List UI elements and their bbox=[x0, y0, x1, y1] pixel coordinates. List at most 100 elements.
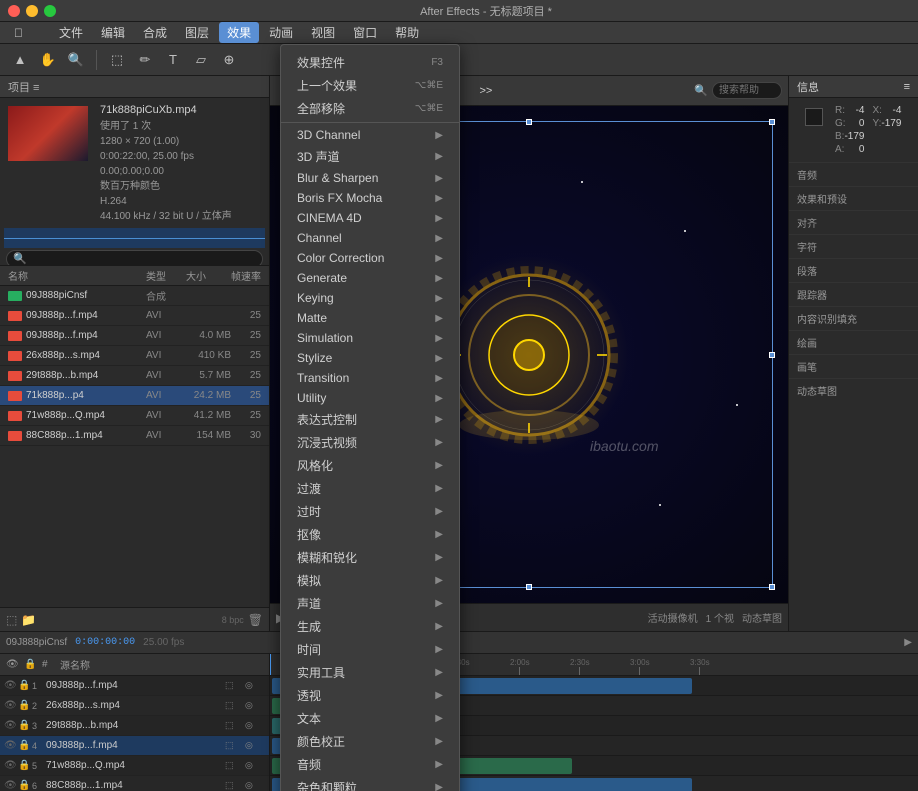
tracker-section[interactable]: 跟踪器 bbox=[789, 282, 918, 306]
list-item[interactable]: 09J888piCnsf 合成 bbox=[0, 286, 269, 306]
effects-control-item[interactable]: 效果控件 F3 bbox=[281, 51, 459, 74]
maximize-button[interactable] bbox=[44, 5, 56, 17]
timeline-layer-row[interactable]: 👁 🔒 5 71w888p...Q.mp4 ⬚ ◎ bbox=[0, 756, 269, 776]
handle-mid-right[interactable] bbox=[769, 352, 775, 358]
layer-eye-2[interactable]: 👁 bbox=[4, 700, 18, 711]
layer-eye-4[interactable]: 👁 bbox=[4, 740, 18, 751]
layer-lock-1[interactable]: 🔒 bbox=[18, 680, 32, 691]
handle-top-right[interactable] bbox=[769, 119, 775, 125]
transition-item[interactable]: Transition ▶ bbox=[281, 368, 459, 388]
list-item[interactable]: 71w888p...Q.mp4 AVI 41.2 MB 25 bbox=[0, 406, 269, 426]
menu-animation[interactable]: 动画 bbox=[261, 22, 301, 43]
menu-view[interactable]: 视图 bbox=[303, 22, 343, 43]
layer-lock-3[interactable]: 🔒 bbox=[18, 720, 32, 731]
col-type-header[interactable]: 类型 bbox=[146, 268, 186, 283]
track-block-3[interactable] bbox=[272, 718, 372, 734]
tool-zoom[interactable]: 🔍 bbox=[64, 48, 88, 72]
layer-eye-1[interactable]: 👁 bbox=[4, 680, 18, 691]
tool-select[interactable]: ▲ bbox=[8, 48, 32, 72]
menu-layer[interactable]: 图层 bbox=[177, 22, 217, 43]
character-section[interactable]: 字符 bbox=[789, 234, 918, 258]
handle-bottom-mid[interactable] bbox=[526, 584, 532, 590]
list-item[interactable]: 26x888p...s.mp4 AVI 410 KB 25 bbox=[0, 346, 269, 366]
timeline-layer-row[interactable]: 👁 🔒 4 09J888p...f.mp4 ⬚ ◎ bbox=[0, 736, 269, 756]
layer-solo-6[interactable]: ◎ bbox=[245, 780, 265, 791]
new-composition-button[interactable]: ⬚ bbox=[6, 613, 17, 627]
channel-item[interactable]: Channel ▶ bbox=[281, 228, 459, 248]
folder-button[interactable]: 📁 bbox=[21, 613, 36, 627]
menu-after-effects[interactable] bbox=[33, 31, 49, 35]
menu-edit[interactable]: 编辑 bbox=[93, 22, 133, 43]
timeline-expand-button[interactable]: ▶ bbox=[904, 637, 912, 648]
paragraph-section[interactable]: 段落 bbox=[789, 258, 918, 282]
effects-presets-section[interactable]: 效果和预设 bbox=[789, 186, 918, 210]
tool-camera[interactable]: ⊕ bbox=[217, 48, 241, 72]
channel-cn-item[interactable]: 声道 ▶ bbox=[281, 592, 459, 615]
menu-effects[interactable]: 效果 bbox=[219, 22, 259, 43]
bit-depth-indicator[interactable]: 8 bpc bbox=[222, 615, 244, 625]
menu-help[interactable]: 帮助 bbox=[387, 22, 427, 43]
track-block-2[interactable] bbox=[272, 698, 332, 714]
tool-pen[interactable]: ✏ bbox=[133, 48, 157, 72]
info-panel-menu[interactable]: ≡ bbox=[904, 81, 910, 93]
tool-hand[interactable]: ✋ bbox=[36, 48, 60, 72]
blur-sharpen-cn-item[interactable]: 模糊和锐化 ▶ bbox=[281, 546, 459, 569]
delete-button[interactable]: 🗑 bbox=[248, 613, 263, 627]
brush-section[interactable]: 画笔 bbox=[789, 354, 918, 378]
track-block-6[interactable] bbox=[272, 778, 692, 791]
stylize-item[interactable]: Stylize ▶ bbox=[281, 348, 459, 368]
simulation-item[interactable]: Simulation ▶ bbox=[281, 328, 459, 348]
3d-channel-item[interactable]: 3D Channel ▶ bbox=[281, 125, 459, 145]
menu-file[interactable]: 文件 bbox=[51, 22, 91, 43]
more-button[interactable]: >> bbox=[472, 83, 501, 99]
list-item[interactable]: 09J888p...f.mp4 AVI 4.0 MB 25 bbox=[0, 326, 269, 346]
align-section[interactable]: 对齐 bbox=[789, 210, 918, 234]
playhead[interactable] bbox=[270, 654, 271, 675]
3d-audio-item[interactable]: 3D 声道 ▶ bbox=[281, 145, 459, 168]
layer-solo-2[interactable]: ◎ bbox=[245, 700, 265, 711]
expression-control-item[interactable]: 表达式控制 ▶ bbox=[281, 408, 459, 431]
audio-section[interactable]: 音频 bbox=[789, 162, 918, 186]
layer-eye-6[interactable]: 👁 bbox=[4, 780, 18, 791]
transition-cn-item[interactable]: 过渡 ▶ bbox=[281, 477, 459, 500]
tool-rect[interactable]: ⬚ bbox=[105, 48, 129, 72]
keying-item[interactable]: Keying ▶ bbox=[281, 288, 459, 308]
legacy-item[interactable]: 过时 ▶ bbox=[281, 500, 459, 523]
layer-solo-5[interactable]: ◎ bbox=[245, 760, 265, 771]
timeline-layer-row[interactable]: 👁 🔒 3 29t888p...b.mp4 ⬚ ◎ bbox=[0, 716, 269, 736]
blur-sharpen-item[interactable]: Blur & Sharpen ▶ bbox=[281, 168, 459, 188]
handle-bottom-right[interactable] bbox=[769, 584, 775, 590]
remove-all-item[interactable]: 全部移除 ⌥⌘E bbox=[281, 97, 459, 120]
prev-effect-item[interactable]: 上一个效果 ⌥⌘E bbox=[281, 74, 459, 97]
layer-eye-3[interactable]: 👁 bbox=[4, 720, 18, 731]
paint-section[interactable]: 绘画 bbox=[789, 330, 918, 354]
list-item[interactable]: 29t888p...b.mp4 AVI 5.7 MB 25 bbox=[0, 366, 269, 386]
keying-cn-item[interactable]: 抠像 ▶ bbox=[281, 523, 459, 546]
timeline-layer-row[interactable]: 👁 🔒 6 88C888p...1.mp4 ⬚ ◎ bbox=[0, 776, 269, 791]
layer-eye-5[interactable]: 👁 bbox=[4, 760, 18, 771]
utility-item[interactable]: Utility ▶ bbox=[281, 388, 459, 408]
simulate-cn-item[interactable]: 模拟 ▶ bbox=[281, 569, 459, 592]
list-item[interactable]: 09J888p...f.mp4 AVI 25 bbox=[0, 306, 269, 326]
layer-solo-3[interactable]: ◎ bbox=[245, 720, 265, 731]
layer-lock-4[interactable]: 🔒 bbox=[18, 740, 32, 751]
immersive-video-item[interactable]: 沉浸式视频 ▶ bbox=[281, 431, 459, 454]
cinema4d-item[interactable]: CINEMA 4D ▶ bbox=[281, 208, 459, 228]
layer-lock-2[interactable]: 🔒 bbox=[18, 700, 32, 711]
content-aware-section[interactable]: 内容识别填充 bbox=[789, 306, 918, 330]
col-fps-header[interactable]: 帧速率 bbox=[231, 268, 261, 283]
handle-top-mid[interactable] bbox=[526, 119, 532, 125]
menu-window[interactable]: 窗口 bbox=[345, 22, 385, 43]
list-item[interactable]: 88C888p...1.mp4 AVI 154 MB 30 bbox=[0, 426, 269, 446]
layer-solo-4[interactable]: ◎ bbox=[245, 740, 265, 751]
menu-composition[interactable]: 合成 bbox=[135, 22, 175, 43]
motion-sketch-section[interactable]: 动态草图 bbox=[789, 378, 918, 402]
help-search-input[interactable] bbox=[712, 82, 782, 99]
project-search-input[interactable] bbox=[6, 250, 263, 266]
boris-fx-mocha-item[interactable]: Boris FX Mocha ▶ bbox=[281, 188, 459, 208]
list-item[interactable]: 71k888p...p4 AVI 24.2 MB 25 bbox=[0, 386, 269, 406]
layer-lock-5[interactable]: 🔒 bbox=[18, 760, 32, 771]
track-block-1[interactable] bbox=[272, 678, 692, 694]
track-block-5[interactable] bbox=[272, 758, 572, 774]
color-correction-item[interactable]: Color Correction ▶ bbox=[281, 248, 459, 268]
